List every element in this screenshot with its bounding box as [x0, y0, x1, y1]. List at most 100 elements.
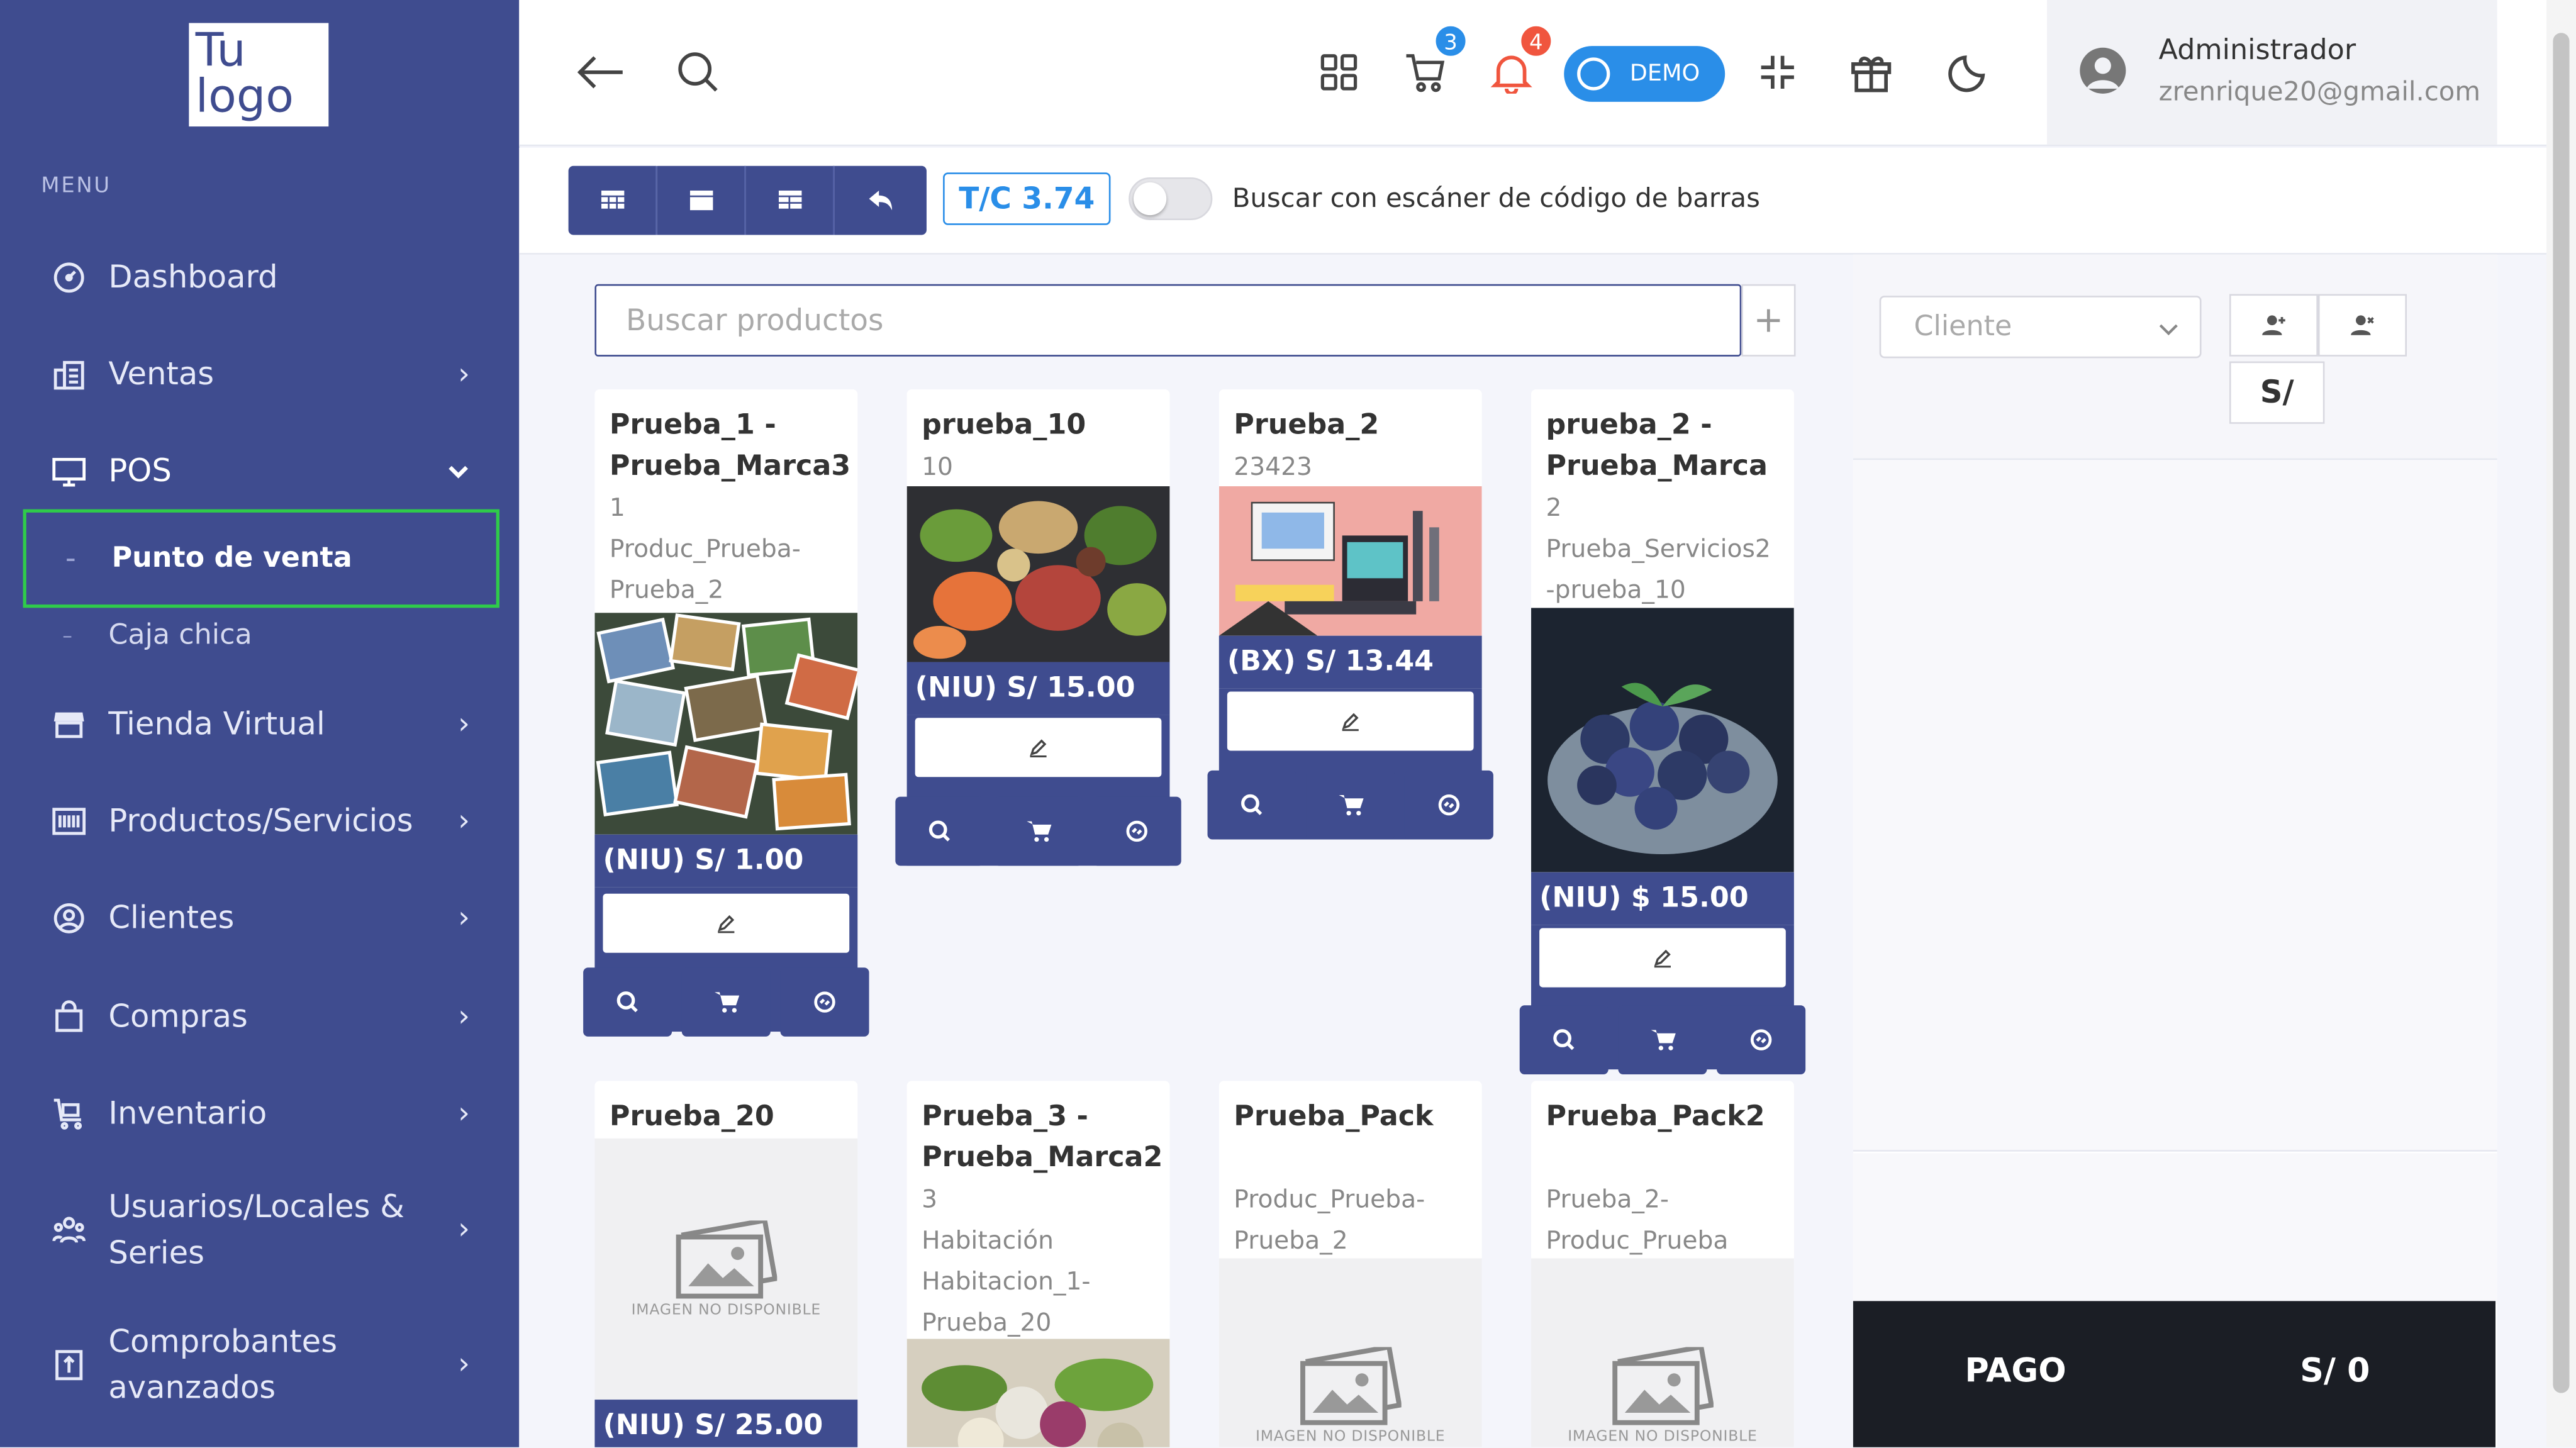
view-product-icon[interactable]: [1207, 770, 1296, 840]
gift-icon[interactable]: [1838, 36, 1904, 108]
sidebar-subitem-label: Caja chica: [108, 619, 252, 652]
product-detail: Habitación: [922, 1225, 1054, 1256]
user-menu[interactable]: Administrador zrenrique20@gmail.com: [2047, 0, 2497, 145]
link-product-icon[interactable]: [1404, 770, 1493, 840]
moon-icon[interactable]: [1935, 36, 2000, 108]
page-scroll-thumb[interactable]: [2553, 33, 2570, 1393]
sidebar-subitem-label: Punto de venta: [111, 542, 352, 576]
sidebar-item-label: POS: [108, 453, 172, 490]
product-card[interactable]: prueba_10 10 (NIU) S/ 15.00: [895, 389, 1181, 866]
barcode-scan-label: Buscar con escáner de código de barras: [1232, 182, 1760, 214]
user-plus-icon: [2262, 315, 2285, 335]
sidebar-item-label: Tienda Virtual: [108, 706, 325, 743]
link-product-icon[interactable]: [780, 967, 869, 1037]
search-icon[interactable]: [666, 36, 731, 108]
product-search-input[interactable]: [594, 284, 1742, 357]
edit-price-button[interactable]: [1227, 691, 1474, 751]
sidebar-item-label: Usuarios/Locales & Series: [108, 1189, 404, 1272]
barcode-scan-toggle[interactable]: [1129, 177, 1213, 220]
return-button[interactable]: [834, 165, 927, 235]
grid-view-button[interactable]: [568, 165, 657, 235]
product-card[interactable]: Prueba_3 - Prueba_Marca2 3 Habitación Ha…: [906, 1081, 1170, 1447]
chevron-right-icon: ›: [458, 707, 470, 742]
product-code: [1234, 1139, 1467, 1179]
product-card[interactable]: Prueba_20 IMAGEN NO DISPONIBLE (NIU) S/ …: [594, 1081, 858, 1447]
link-product-icon[interactable]: [1717, 1005, 1806, 1074]
list-view-button[interactable]: [745, 165, 835, 235]
apps-grid-icon[interactable]: [1306, 36, 1371, 108]
top-header: 3 4 DEMO Administrador zrenrique20@gmail…: [519, 0, 2546, 147]
pay-button[interactable]: PAGO S/ 0: [1853, 1301, 2496, 1447]
add-to-cart-icon[interactable]: [681, 967, 771, 1037]
card-view-button[interactable]: [657, 165, 746, 235]
sidebar-item-pos[interactable]: POS: [49, 438, 493, 504]
add-to-cart-icon[interactable]: [1306, 770, 1395, 840]
chevron-down-icon: [447, 454, 470, 489]
bell-icon[interactable]: 4: [1478, 23, 1554, 108]
card-actions: [1207, 770, 1493, 840]
sidebar-item-inventario[interactable]: Inventario ›: [49, 1081, 493, 1146]
sidebar-subitem-caja-chica[interactable]: – Caja chica: [23, 586, 499, 685]
cart-icon[interactable]: 3: [1393, 23, 1469, 108]
client-select[interactable]: Cliente: [1879, 296, 2202, 359]
no-image-caption: IMAGEN NO DISPONIBLE: [1255, 1429, 1446, 1446]
chevron-right-icon: ›: [458, 804, 470, 839]
edit-price-button[interactable]: [603, 893, 850, 953]
sidebar-item-label: Productos/Servicios: [108, 803, 413, 840]
product-card[interactable]: Prueba_Pack Produc_Prueba- Prueba_2 IMAG…: [1218, 1081, 1482, 1447]
sidebar-item-label: Clientes: [108, 900, 235, 937]
avatar: [2080, 47, 2126, 94]
sidebar-item-usuarios[interactable]: Usuarios/Locales & Series ›: [49, 1184, 493, 1276]
demo-button[interactable]: DEMO: [1564, 46, 1726, 102]
sidebar-item-productos-servicios[interactable]: Productos/Servicios ›: [49, 789, 493, 854]
sidebar-item-ventas[interactable]: Ventas ›: [49, 342, 493, 407]
product-image: [906, 486, 1170, 662]
order-panel: Cliente S/: [1853, 254, 2497, 1447]
add-product-button[interactable]: +: [1741, 284, 1796, 357]
logo[interactable]: Tu logo: [189, 23, 329, 127]
add-to-cart-icon[interactable]: [1618, 1005, 1707, 1074]
sidebar-item-tienda-virtual[interactable]: Tienda Virtual ›: [49, 691, 493, 757]
collapse-icon[interactable]: [1745, 36, 1810, 108]
currency-button[interactable]: S/: [2229, 361, 2325, 424]
chevron-right-icon: ›: [458, 901, 470, 936]
back-arrow-icon[interactable]: [569, 36, 634, 108]
product-card[interactable]: Prueba_2 23423 (BX) S/ 13.44: [1207, 389, 1493, 840]
view-product-icon[interactable]: [583, 967, 672, 1037]
add-to-cart-icon[interactable]: [994, 796, 1083, 866]
sidebar-item-clientes[interactable]: Clientes ›: [49, 886, 493, 951]
view-product-icon[interactable]: [1519, 1005, 1609, 1074]
product-card[interactable]: Prueba_Pack2 Prueba_2- Produc_Prueba IMA…: [1531, 1081, 1794, 1447]
sidebar-item-comprobantes[interactable]: Comprobantes avanzados ›: [49, 1319, 493, 1411]
exchange-rate-badge[interactable]: T/C 3.74: [943, 172, 1111, 225]
user-email: zrenrique20@gmail.com: [2158, 75, 2481, 107]
no-image-icon: [676, 1220, 778, 1298]
product-price: (NIU) S/ 25.00: [594, 1400, 858, 1447]
view-product-icon[interactable]: [895, 796, 984, 866]
edit-price-button[interactable]: [915, 718, 1162, 777]
chevron-down-icon: [2157, 314, 2180, 347]
page-scrollbar[interactable]: [2546, 0, 2576, 1447]
chevron-right-icon: ›: [458, 1212, 470, 1247]
sidebar-item-dashboard[interactable]: Dashboard: [49, 245, 493, 310]
add-client-button[interactable]: [2229, 294, 2318, 357]
gauge-icon: [49, 258, 89, 298]
product-detail: Produc_Prueba: [1546, 1225, 1729, 1256]
product-code: 1: [609, 493, 625, 523]
client-select-value: Cliente: [1914, 310, 2012, 343]
no-image-caption: IMAGEN NO DISPONIBLE: [1568, 1429, 1758, 1446]
pay-total: S/ 0: [2300, 1350, 2370, 1390]
link-product-icon[interactable]: [1092, 796, 1181, 866]
cart-count-badge: 3: [1432, 23, 1469, 60]
product-price: (BX) S/ 13.44: [1218, 635, 1482, 689]
product-name: Prueba_1 - Prueba_Marca3: [609, 409, 851, 483]
product-card[interactable]: Prueba_1 - Prueba_Marca3 1 Produc_Prueba…: [583, 389, 869, 1037]
edit-price-button[interactable]: [1539, 928, 1786, 988]
sidebar-item-compras[interactable]: Compras ›: [49, 984, 493, 1049]
product-name: prueba_2 - Prueba_Marca: [1546, 409, 1768, 483]
product-card[interactable]: prueba_2 - Prueba_Marca 2 Prueba_Servici…: [1519, 389, 1806, 1074]
card-actions: [895, 796, 1181, 866]
order-header: Cliente S/: [1853, 254, 2497, 460]
remove-client-button[interactable]: [2317, 294, 2407, 357]
chevron-right-icon: ›: [458, 357, 470, 392]
